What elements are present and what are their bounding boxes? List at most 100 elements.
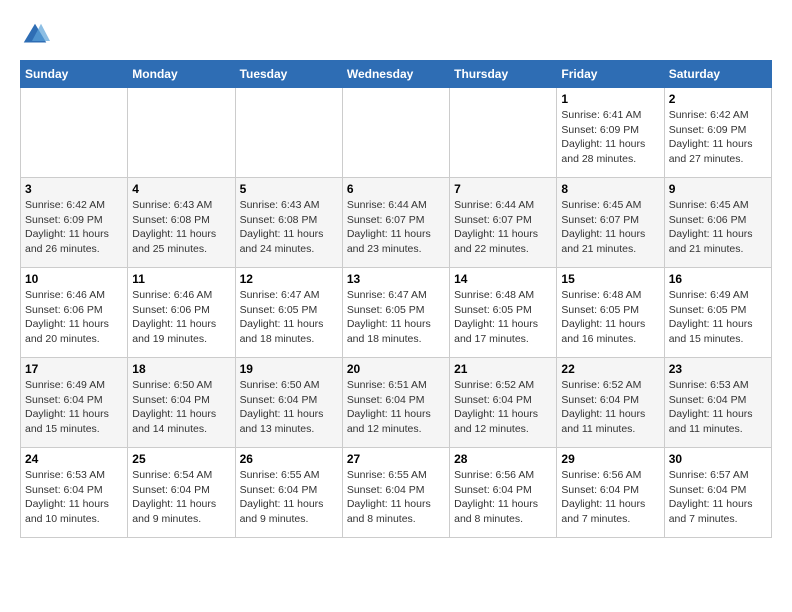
day-number: 14 <box>454 272 552 286</box>
calendar-week-row: 1 Sunrise: 6:41 AMSunset: 6:09 PMDayligh… <box>21 88 772 178</box>
calendar-week-row: 3 Sunrise: 6:42 AMSunset: 6:09 PMDayligh… <box>21 178 772 268</box>
calendar-cell <box>21 88 128 178</box>
day-info: Sunrise: 6:48 AMSunset: 6:05 PMDaylight:… <box>454 288 552 347</box>
calendar-cell: 20 Sunrise: 6:51 AMSunset: 6:04 PMDaylig… <box>342 358 449 448</box>
day-number: 21 <box>454 362 552 376</box>
calendar-cell: 7 Sunrise: 6:44 AMSunset: 6:07 PMDayligh… <box>450 178 557 268</box>
day-number: 5 <box>240 182 338 196</box>
day-number: 3 <box>25 182 123 196</box>
calendar-cell <box>235 88 342 178</box>
calendar-header-row: SundayMondayTuesdayWednesdayThursdayFrid… <box>21 61 772 88</box>
weekday-header-friday: Friday <box>557 61 664 88</box>
day-info: Sunrise: 6:54 AMSunset: 6:04 PMDaylight:… <box>132 468 230 527</box>
weekday-header-tuesday: Tuesday <box>235 61 342 88</box>
day-info: Sunrise: 6:49 AMSunset: 6:05 PMDaylight:… <box>669 288 767 347</box>
calendar-cell: 8 Sunrise: 6:45 AMSunset: 6:07 PMDayligh… <box>557 178 664 268</box>
day-number: 24 <box>25 452 123 466</box>
calendar-cell: 18 Sunrise: 6:50 AMSunset: 6:04 PMDaylig… <box>128 358 235 448</box>
day-info: Sunrise: 6:45 AMSunset: 6:06 PMDaylight:… <box>669 198 767 257</box>
day-number: 15 <box>561 272 659 286</box>
calendar-cell: 19 Sunrise: 6:50 AMSunset: 6:04 PMDaylig… <box>235 358 342 448</box>
calendar-cell: 30 Sunrise: 6:57 AMSunset: 6:04 PMDaylig… <box>664 448 771 538</box>
calendar-cell: 22 Sunrise: 6:52 AMSunset: 6:04 PMDaylig… <box>557 358 664 448</box>
day-number: 18 <box>132 362 230 376</box>
day-number: 22 <box>561 362 659 376</box>
calendar-cell: 23 Sunrise: 6:53 AMSunset: 6:04 PMDaylig… <box>664 358 771 448</box>
day-info: Sunrise: 6:56 AMSunset: 6:04 PMDaylight:… <box>561 468 659 527</box>
day-number: 1 <box>561 92 659 106</box>
day-number: 17 <box>25 362 123 376</box>
day-info: Sunrise: 6:57 AMSunset: 6:04 PMDaylight:… <box>669 468 767 527</box>
calendar-week-row: 10 Sunrise: 6:46 AMSunset: 6:06 PMDaylig… <box>21 268 772 358</box>
calendar-cell: 2 Sunrise: 6:42 AMSunset: 6:09 PMDayligh… <box>664 88 771 178</box>
weekday-header-saturday: Saturday <box>664 61 771 88</box>
day-info: Sunrise: 6:50 AMSunset: 6:04 PMDaylight:… <box>240 378 338 437</box>
weekday-header-thursday: Thursday <box>450 61 557 88</box>
day-number: 2 <box>669 92 767 106</box>
calendar-week-row: 24 Sunrise: 6:53 AMSunset: 6:04 PMDaylig… <box>21 448 772 538</box>
day-number: 23 <box>669 362 767 376</box>
weekday-header-monday: Monday <box>128 61 235 88</box>
day-number: 7 <box>454 182 552 196</box>
day-info: Sunrise: 6:41 AMSunset: 6:09 PMDaylight:… <box>561 108 659 167</box>
calendar-cell: 24 Sunrise: 6:53 AMSunset: 6:04 PMDaylig… <box>21 448 128 538</box>
day-info: Sunrise: 6:42 AMSunset: 6:09 PMDaylight:… <box>669 108 767 167</box>
day-number: 19 <box>240 362 338 376</box>
calendar-cell: 12 Sunrise: 6:47 AMSunset: 6:05 PMDaylig… <box>235 268 342 358</box>
calendar-cell: 26 Sunrise: 6:55 AMSunset: 6:04 PMDaylig… <box>235 448 342 538</box>
calendar-cell: 27 Sunrise: 6:55 AMSunset: 6:04 PMDaylig… <box>342 448 449 538</box>
day-info: Sunrise: 6:47 AMSunset: 6:05 PMDaylight:… <box>240 288 338 347</box>
day-info: Sunrise: 6:43 AMSunset: 6:08 PMDaylight:… <box>240 198 338 257</box>
day-info: Sunrise: 6:43 AMSunset: 6:08 PMDaylight:… <box>132 198 230 257</box>
day-info: Sunrise: 6:44 AMSunset: 6:07 PMDaylight:… <box>347 198 445 257</box>
day-number: 4 <box>132 182 230 196</box>
calendar-cell: 10 Sunrise: 6:46 AMSunset: 6:06 PMDaylig… <box>21 268 128 358</box>
day-info: Sunrise: 6:44 AMSunset: 6:07 PMDaylight:… <box>454 198 552 257</box>
day-number: 9 <box>669 182 767 196</box>
calendar-cell: 1 Sunrise: 6:41 AMSunset: 6:09 PMDayligh… <box>557 88 664 178</box>
logo <box>20 20 54 50</box>
calendar-cell: 13 Sunrise: 6:47 AMSunset: 6:05 PMDaylig… <box>342 268 449 358</box>
day-info: Sunrise: 6:50 AMSunset: 6:04 PMDaylight:… <box>132 378 230 437</box>
weekday-header-sunday: Sunday <box>21 61 128 88</box>
calendar-cell: 6 Sunrise: 6:44 AMSunset: 6:07 PMDayligh… <box>342 178 449 268</box>
calendar-cell: 25 Sunrise: 6:54 AMSunset: 6:04 PMDaylig… <box>128 448 235 538</box>
calendar-cell: 5 Sunrise: 6:43 AMSunset: 6:08 PMDayligh… <box>235 178 342 268</box>
calendar-cell: 11 Sunrise: 6:46 AMSunset: 6:06 PMDaylig… <box>128 268 235 358</box>
day-number: 13 <box>347 272 445 286</box>
day-info: Sunrise: 6:42 AMSunset: 6:09 PMDaylight:… <box>25 198 123 257</box>
calendar-cell: 16 Sunrise: 6:49 AMSunset: 6:05 PMDaylig… <box>664 268 771 358</box>
day-info: Sunrise: 6:49 AMSunset: 6:04 PMDaylight:… <box>25 378 123 437</box>
day-info: Sunrise: 6:53 AMSunset: 6:04 PMDaylight:… <box>25 468 123 527</box>
day-number: 29 <box>561 452 659 466</box>
calendar-cell: 3 Sunrise: 6:42 AMSunset: 6:09 PMDayligh… <box>21 178 128 268</box>
day-number: 11 <box>132 272 230 286</box>
calendar-cell: 15 Sunrise: 6:48 AMSunset: 6:05 PMDaylig… <box>557 268 664 358</box>
day-info: Sunrise: 6:55 AMSunset: 6:04 PMDaylight:… <box>347 468 445 527</box>
day-info: Sunrise: 6:46 AMSunset: 6:06 PMDaylight:… <box>132 288 230 347</box>
calendar-cell: 29 Sunrise: 6:56 AMSunset: 6:04 PMDaylig… <box>557 448 664 538</box>
page-header <box>20 20 772 50</box>
day-info: Sunrise: 6:52 AMSunset: 6:04 PMDaylight:… <box>561 378 659 437</box>
day-info: Sunrise: 6:55 AMSunset: 6:04 PMDaylight:… <box>240 468 338 527</box>
calendar-cell <box>342 88 449 178</box>
calendar-cell: 4 Sunrise: 6:43 AMSunset: 6:08 PMDayligh… <box>128 178 235 268</box>
calendar-week-row: 17 Sunrise: 6:49 AMSunset: 6:04 PMDaylig… <box>21 358 772 448</box>
day-info: Sunrise: 6:45 AMSunset: 6:07 PMDaylight:… <box>561 198 659 257</box>
day-number: 20 <box>347 362 445 376</box>
day-number: 6 <box>347 182 445 196</box>
day-number: 16 <box>669 272 767 286</box>
day-number: 28 <box>454 452 552 466</box>
calendar-cell: 17 Sunrise: 6:49 AMSunset: 6:04 PMDaylig… <box>21 358 128 448</box>
calendar-cell: 14 Sunrise: 6:48 AMSunset: 6:05 PMDaylig… <box>450 268 557 358</box>
day-info: Sunrise: 6:48 AMSunset: 6:05 PMDaylight:… <box>561 288 659 347</box>
day-info: Sunrise: 6:53 AMSunset: 6:04 PMDaylight:… <box>669 378 767 437</box>
calendar-cell: 28 Sunrise: 6:56 AMSunset: 6:04 PMDaylig… <box>450 448 557 538</box>
weekday-header-wednesday: Wednesday <box>342 61 449 88</box>
day-info: Sunrise: 6:47 AMSunset: 6:05 PMDaylight:… <box>347 288 445 347</box>
day-number: 25 <box>132 452 230 466</box>
calendar-cell: 9 Sunrise: 6:45 AMSunset: 6:06 PMDayligh… <box>664 178 771 268</box>
day-number: 10 <box>25 272 123 286</box>
day-number: 8 <box>561 182 659 196</box>
day-info: Sunrise: 6:46 AMSunset: 6:06 PMDaylight:… <box>25 288 123 347</box>
